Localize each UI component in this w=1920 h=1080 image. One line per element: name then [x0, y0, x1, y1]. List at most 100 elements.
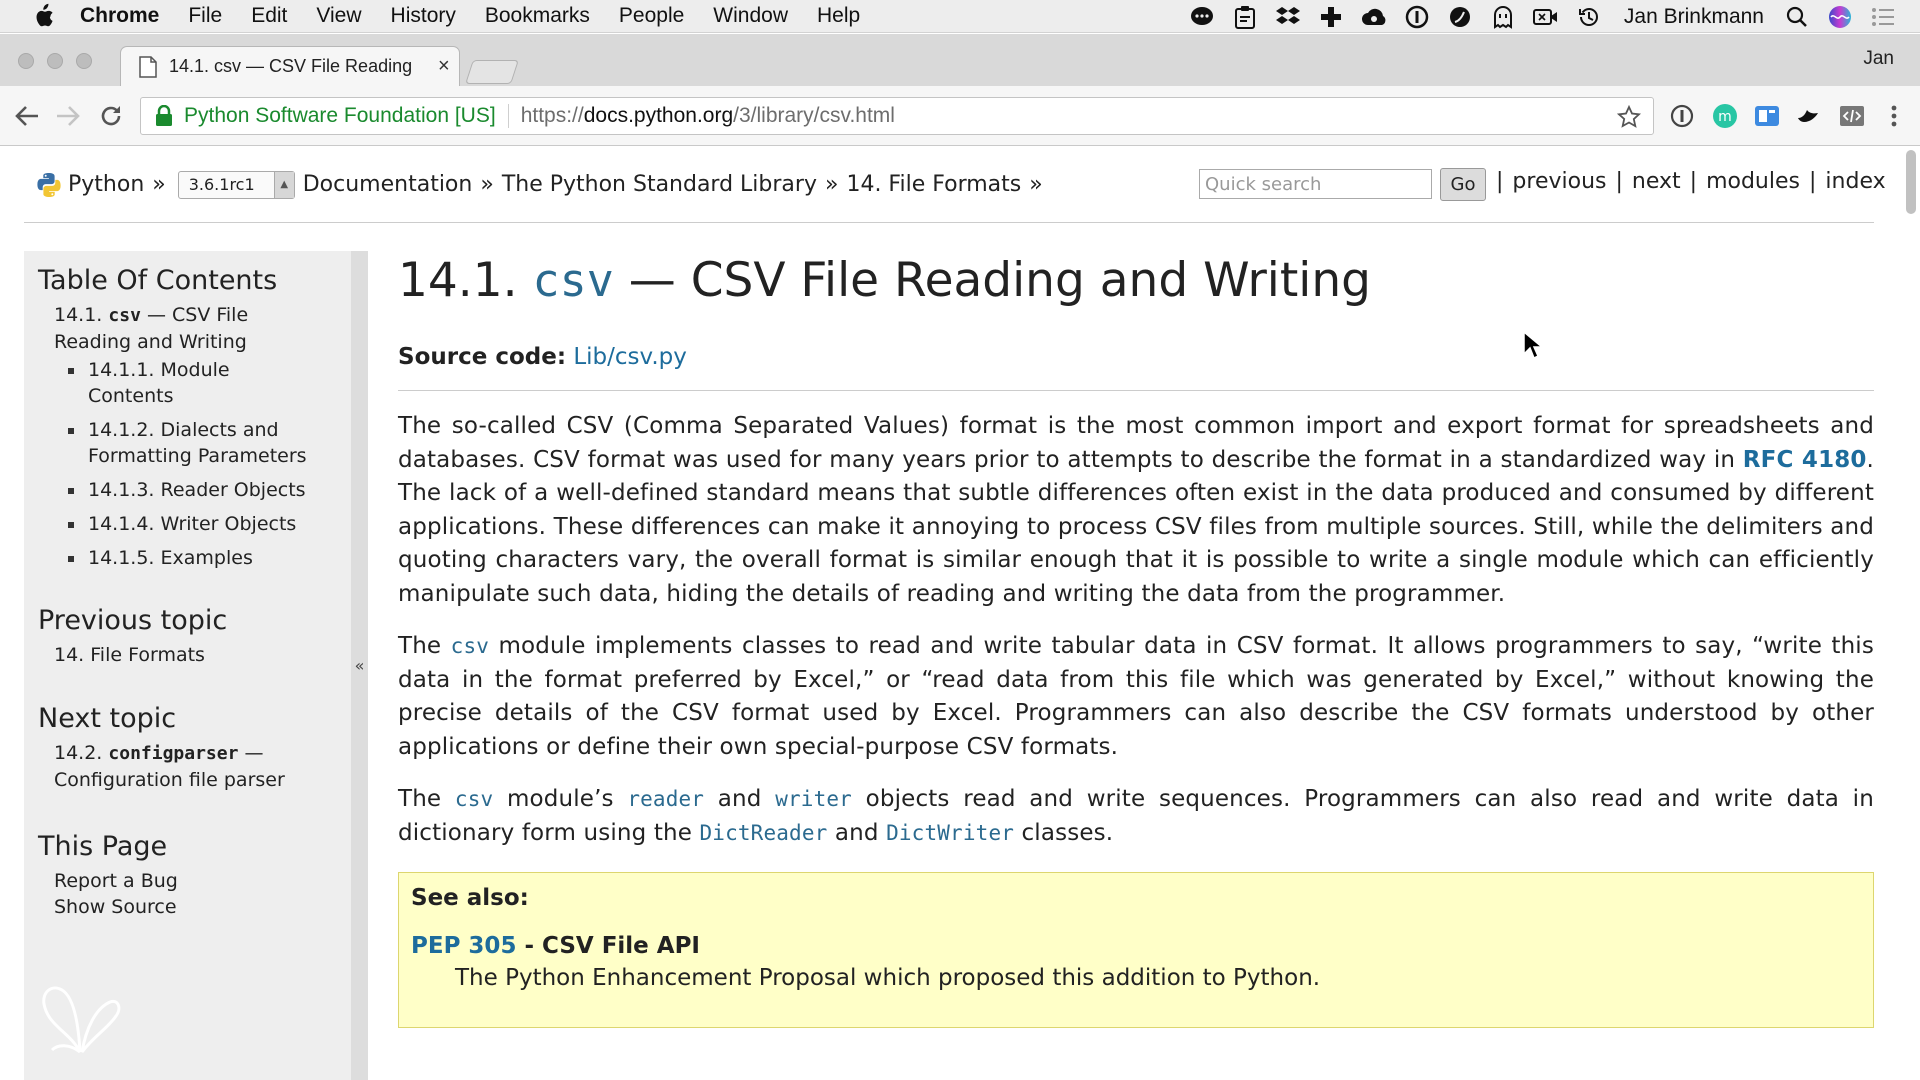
chat-bubble-icon[interactable]: [1189, 4, 1215, 30]
objects-text: module’s: [493, 786, 628, 812]
menu-edit[interactable]: Edit: [251, 4, 287, 28]
source-code-link[interactable]: Lib/csv.py: [573, 344, 687, 370]
toc-item-examples[interactable]: 14.1.5. Examples: [64, 545, 334, 571]
menu-people[interactable]: People: [619, 4, 684, 28]
address-bar[interactable]: Python Software Foundation [US] https://…: [140, 97, 1654, 135]
python-home-link[interactable]: Python: [68, 172, 144, 197]
bird-extension-icon[interactable]: [1794, 102, 1822, 130]
objects-text: and: [827, 819, 887, 846]
version-select[interactable]: 3.6.1rc1 ▲: [177, 170, 295, 199]
clipboard-icon[interactable]: [1232, 4, 1258, 30]
plus-cross-icon[interactable]: [1318, 4, 1344, 30]
window-zoom-button[interactable]: [76, 53, 92, 69]
search-go-button[interactable]: Go: [1440, 168, 1486, 201]
toc-item-dialects[interactable]: 14.1.2. Dialects and Formatting Paramete…: [64, 417, 324, 469]
module-paragraph: The csv module implements classes to rea…: [398, 630, 1874, 764]
profile-name-button[interactable]: Jan: [1863, 48, 1894, 70]
breadcrumb-documentation[interactable]: Documentation: [303, 172, 473, 197]
nav-modules-link[interactable]: modules: [1706, 169, 1800, 194]
forward-arrow-icon[interactable]: [54, 102, 82, 130]
menu-file[interactable]: File: [188, 4, 222, 28]
page-title: 14.1. csv — CSV File Reading and Writing: [398, 251, 1874, 311]
main-content: 14.1. csv — CSV File Reading and Writing…: [398, 251, 1874, 1028]
page-title-module: csv: [532, 254, 614, 307]
report-bug-link[interactable]: Report a Bug: [54, 870, 178, 892]
onepassword-extension-icon[interactable]: [1668, 102, 1696, 130]
see-also-title: See also:: [411, 885, 529, 911]
toc-item-module-contents[interactable]: 14.1.1. Module Contents: [64, 357, 254, 409]
quick-search-input[interactable]: Quick search: [1199, 169, 1432, 199]
python-logo-icon: [37, 172, 61, 197]
spotlight-search-icon[interactable]: [1784, 4, 1810, 30]
back-arrow-icon[interactable]: [13, 102, 41, 130]
browser-toolbar: Python Software Foundation [US] https://…: [0, 86, 1920, 146]
menu-bar-username[interactable]: Jan Brinkmann: [1624, 5, 1764, 29]
apple-icon[interactable]: [30, 3, 56, 29]
objects-paragraph: The csv module’s reader and writer objec…: [398, 783, 1874, 850]
menu-bookmarks[interactable]: Bookmarks: [485, 4, 590, 28]
nav-previous-link[interactable]: previous: [1512, 169, 1606, 194]
toc-item-reader-objects[interactable]: 14.1.3. Reader Objects: [64, 477, 334, 503]
reload-icon[interactable]: [97, 102, 125, 130]
tab-close-button[interactable]: ×: [438, 55, 450, 78]
developer-extension-icon[interactable]: [1838, 102, 1866, 130]
toc-section: Table Of Contents 14.1. csv — CSV File R…: [24, 265, 354, 579]
previous-topic-link[interactable]: 14. File Formats: [54, 644, 205, 666]
butterfly-watermark-icon: [42, 986, 121, 1054]
see-also-description: The Python Enhancement Proposal which pr…: [455, 965, 1321, 991]
new-tab-button[interactable]: [465, 60, 519, 84]
dictwriter-code-link[interactable]: DictWriter: [886, 821, 1014, 845]
page-title-text: — CSV File Reading and Writing: [613, 253, 1371, 308]
intro-paragraph: The so-called CSV (Comma Separated Value…: [398, 410, 1874, 611]
previous-topic-heading: Previous topic: [38, 605, 228, 636]
sidebar-collapse-button[interactable]: «: [351, 251, 368, 1080]
toc-main-code: csv: [108, 305, 141, 326]
next-topic-link[interactable]: 14.2. configparser — Configuration file …: [54, 740, 324, 793]
screen-record-icon[interactable]: [1532, 4, 1559, 30]
toc-item-main[interactable]: 14.1. csv — CSV File Reading and Writing: [54, 302, 304, 355]
breadcrumb-file-formats[interactable]: 14. File Formats: [846, 172, 1021, 197]
toc-item-writer-objects[interactable]: 14.1.4. Writer Objects: [64, 511, 334, 537]
chrome-menu-icon[interactable]: [1880, 102, 1908, 130]
menu-chrome[interactable]: Chrome: [80, 4, 159, 28]
nav-separator: |: [1615, 169, 1623, 194]
toc-sublist: 14.1.1. Module Contents 14.1.2. Dialects…: [64, 357, 334, 571]
m-extension-icon[interactable]: m: [1711, 102, 1739, 130]
reader-code-link[interactable]: reader: [627, 787, 704, 811]
siri-icon[interactable]: [1827, 4, 1853, 30]
time-machine-icon[interactable]: [1576, 4, 1602, 30]
window-close-button[interactable]: [18, 53, 34, 69]
csv-code: csv: [454, 787, 494, 811]
page-scrollbar-thumb[interactable]: [1906, 150, 1916, 214]
menu-view[interactable]: View: [316, 4, 361, 28]
module-text: The: [398, 633, 451, 659]
nav-index-link[interactable]: index: [1825, 169, 1885, 194]
document-icon: [139, 55, 157, 78]
feather-icon[interactable]: [1447, 4, 1473, 30]
window-minimize-button[interactable]: [47, 53, 63, 69]
csv-code: csv: [450, 634, 490, 658]
menu-window[interactable]: Window: [713, 4, 788, 28]
writer-code-link[interactable]: writer: [775, 787, 852, 811]
show-source-link[interactable]: Show Source: [54, 896, 177, 918]
creative-cloud-icon[interactable]: [1361, 4, 1387, 30]
pep-305-link[interactable]: PEP 305: [411, 933, 516, 959]
nav-next-link[interactable]: next: [1632, 169, 1681, 194]
dropbox-icon[interactable]: [1275, 4, 1301, 30]
ghost-icon[interactable]: [1490, 4, 1516, 30]
related-bar: Python » 3.6.1rc1 ▲ Documentation » The …: [24, 147, 1886, 223]
breadcrumb-standard-library[interactable]: The Python Standard Library: [502, 172, 817, 197]
onepassword-icon[interactable]: [1404, 4, 1430, 30]
translate-extension-icon[interactable]: [1753, 102, 1781, 130]
tab-csv-docs[interactable]: 14.1. csv — CSV File Reading ×: [120, 46, 460, 86]
this-page-heading: This Page: [38, 831, 168, 862]
bookmark-star-icon[interactable]: [1617, 105, 1641, 129]
breadcrumb-separator: »: [1029, 172, 1043, 197]
rfc-4180-link[interactable]: RFC 4180: [1743, 447, 1867, 473]
ev-certificate-name[interactable]: Python Software Foundation [US]: [184, 104, 496, 128]
dictreader-code-link[interactable]: DictReader: [700, 821, 828, 845]
notification-center-icon[interactable]: [1870, 4, 1896, 30]
menu-history[interactable]: History: [391, 4, 456, 28]
menu-help[interactable]: Help: [817, 4, 860, 28]
source-code-label: Source code:: [398, 344, 567, 370]
